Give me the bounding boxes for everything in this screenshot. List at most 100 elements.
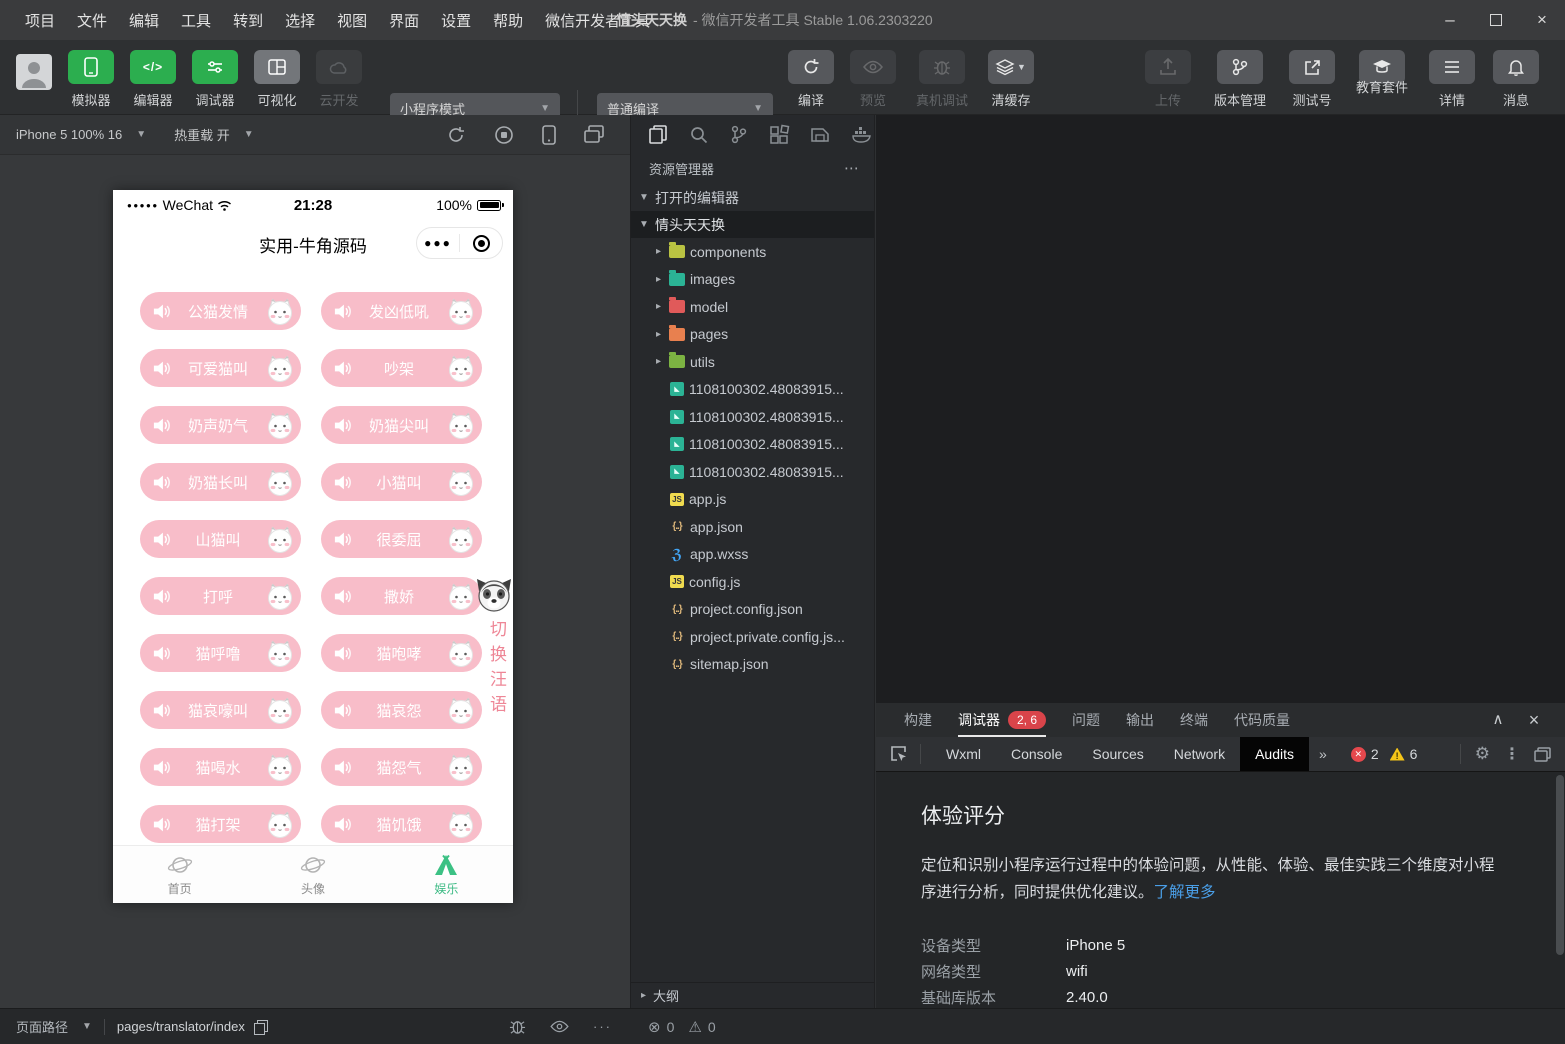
tree-item[interactable]: 1108100302.48083915... [631,403,874,431]
menu-item[interactable]: 编辑 [118,10,170,31]
preview-eye-icon[interactable] [550,1020,569,1033]
tree-item[interactable]: app.wxss [631,541,874,569]
more-tabs-icon[interactable]: » [1309,746,1337,762]
sound-button[interactable]: 小猫叫 [321,463,482,501]
panel-tab-issues[interactable]: 问题 [1072,703,1100,737]
panel-tab-build[interactable]: 构建 [904,703,932,737]
sound-button[interactable]: 猫喝水 [140,748,301,786]
tab-avatar[interactable]: 头像 [246,846,379,903]
maximize-button[interactable] [1473,0,1519,40]
editor-area[interactable] [876,115,1565,703]
extensions-icon[interactable] [770,126,788,144]
tree-item[interactable]: project.private.config.js... [631,623,874,651]
tree-item[interactable]: ▸ model [631,293,874,321]
source-control-icon[interactable] [731,125,747,144]
multi-window-icon[interactable] [584,125,604,143]
tab-fun[interactable]: 娱乐 [380,846,513,903]
search-icon[interactable] [690,126,708,144]
sound-button[interactable]: 公猫发情 [140,292,301,330]
status-more-icon[interactable]: ··· [593,1019,612,1034]
section-outline[interactable]: ▸ 大纲 [631,982,874,1008]
kebab-menu-icon[interactable]: ⋮ [1504,744,1520,764]
sound-button[interactable]: 奶猫尖叫 [321,406,482,444]
menu-item[interactable]: 项目 [14,10,66,31]
switch-dog-language-button[interactable]: 切换汪语 [484,620,509,720]
toolbar-edu[interactable]: 教育套件 [1351,50,1413,109]
toolbar-details[interactable]: 详情 [1427,50,1477,109]
panel-tab-terminal[interactable]: 终端 [1180,703,1208,737]
toolbar-visual[interactable]: 可视化 [252,50,302,109]
close-panel-button[interactable]: × [1521,710,1547,731]
sound-button[interactable]: 可爱猫叫 [140,349,301,387]
dock-side-icon[interactable] [1534,747,1551,762]
tree-item[interactable]: 1108100302.48083915... [631,458,874,486]
sound-button[interactable]: 猫咆哮 [321,634,482,672]
capsule-close-icon[interactable] [460,235,502,252]
docker-icon[interactable] [852,127,872,143]
toolbar-test-account[interactable]: 测试号 [1287,50,1337,109]
sound-button[interactable]: 发凶低吼 [321,292,482,330]
menu-item[interactable]: 视图 [326,10,378,31]
save-panel-icon[interactable] [811,126,829,144]
avatar[interactable] [16,54,52,90]
collapse-panel-button[interactable]: ∧ [1485,710,1511,731]
menu-item[interactable]: 界面 [378,10,430,31]
devtools-tab[interactable]: Wxml [931,737,996,771]
sound-button[interactable]: 猫呼噜 [140,634,301,672]
toolbar-simulator[interactable]: 模拟器 [66,50,116,109]
sound-button[interactable]: 奶声奶气 [140,406,301,444]
settings-gear-icon[interactable]: ⚙ [1475,744,1490,764]
restart-icon[interactable] [446,125,466,145]
files-icon[interactable] [649,125,667,144]
tab-home[interactable]: 首页 [113,846,246,903]
menu-item[interactable]: 设置 [430,10,482,31]
minimize-button[interactable]: – [1427,0,1473,40]
sound-button[interactable]: 吵架 [321,349,482,387]
tree-item[interactable]: project.config.json [631,596,874,624]
sound-button[interactable]: 猫打架 [140,805,301,843]
learn-more-link[interactable]: 了解更多 [1154,884,1216,901]
tree-item[interactable]: 1108100302.48083915... [631,431,874,459]
sound-button[interactable]: 猫哀怨 [321,691,482,729]
toolbar-debugger[interactable]: 调试器 [190,50,240,109]
menu-item[interactable]: 转到 [222,10,274,31]
devtools-tab[interactable]: Network [1159,737,1240,771]
tree-item[interactable]: sitemap.json [631,651,874,679]
tree-item[interactable]: ▸ utils [631,348,874,376]
panel-tab-quality[interactable]: 代码质量 [1234,703,1290,737]
tree-item[interactable]: ▸ components [631,238,874,266]
devtools-tab[interactable]: Audits [1240,737,1309,771]
close-button[interactable]: × [1519,0,1565,40]
tree-item[interactable]: ▸ pages [631,321,874,349]
sound-button[interactable]: 猫饥饿 [321,805,482,843]
menu-item[interactable]: 文件 [66,10,118,31]
tree-item[interactable]: app.json [631,513,874,541]
husky-floating-button[interactable] [475,577,513,618]
section-project-root[interactable]: ▼ 情头天天换 [631,211,874,238]
console-counts[interactable]: ✕ 2 ! 6 [1351,746,1418,762]
inspect-element-icon[interactable] [876,744,921,764]
devtools-tab[interactable]: Sources [1077,737,1158,771]
sound-button[interactable]: 奶猫长叫 [140,463,301,501]
toolbar-compile[interactable]: 编译 [786,50,836,109]
more-dots-icon[interactable]: ●●● [417,236,459,250]
page-path-select[interactable]: 页面路径▼ [16,1017,92,1036]
sound-button[interactable]: 打呼 [140,577,301,615]
device-frame-icon[interactable] [542,125,556,145]
copy-path-icon[interactable] [254,1020,266,1033]
toolbar-version[interactable]: 版本管理 [1207,50,1273,109]
sound-button[interactable]: 山猫叫 [140,520,301,558]
tree-item[interactable]: config.js [631,568,874,596]
toolbar-messages[interactable]: 消息 [1491,50,1541,109]
sound-button[interactable]: 撒娇 [321,577,482,615]
hot-reload-toggle[interactable]: 热重载 开▼ [174,125,254,144]
menu-item[interactable]: 工具 [170,10,222,31]
menu-item[interactable]: 帮助 [482,10,534,31]
tree-item[interactable]: 1108100302.48083915... [631,376,874,404]
more-actions-icon[interactable]: ⋯ [844,159,860,177]
sound-button[interactable]: 很委屈 [321,520,482,558]
stop-icon[interactable] [494,125,514,145]
device-select[interactable]: iPhone 5 100% 16▼ [16,127,146,142]
devtools-tab[interactable]: Console [996,737,1077,771]
menu-item[interactable]: 选择 [274,10,326,31]
